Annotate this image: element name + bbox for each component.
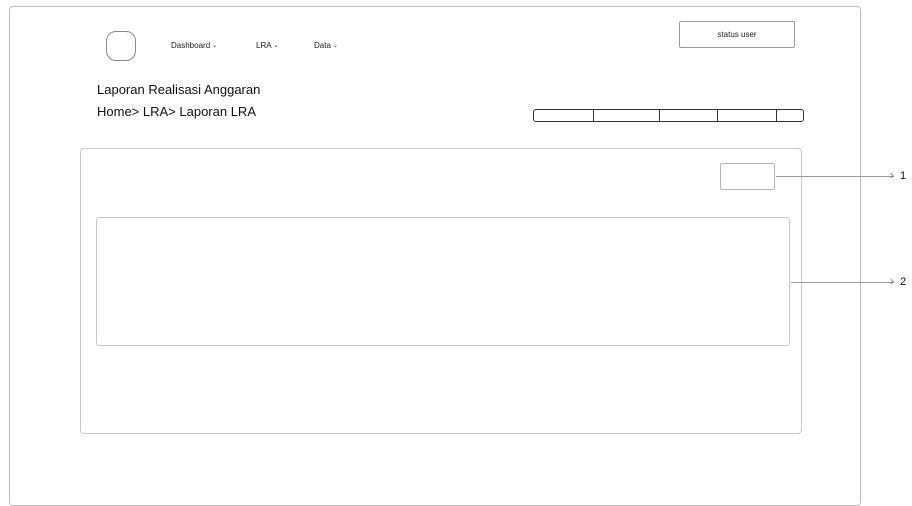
callout-number-2: 2 — [900, 276, 907, 288]
nav-lra-label: LRA — [256, 41, 272, 50]
nav-lra[interactable]: LRA ⌄ — [256, 41, 279, 50]
chevron-down-icon: ⌄ — [212, 42, 218, 49]
segment-1[interactable] — [534, 110, 594, 121]
chevron-down-icon: ⌄ — [332, 42, 338, 49]
nav-dashboard-label: Dashboard — [171, 41, 211, 50]
callout-number-1: 1 — [900, 170, 907, 182]
segment-4[interactable] — [718, 110, 777, 121]
segmented-control — [533, 109, 804, 122]
arrow-right-icon: › — [890, 168, 894, 182]
panel-action-button[interactable] — [720, 163, 775, 190]
chevron-down-icon: ⌄ — [273, 42, 279, 49]
nav-dashboard[interactable]: Dashboard ⌄ — [171, 41, 217, 50]
segment-3[interactable] — [660, 110, 718, 121]
arrow-right-icon: › — [890, 274, 894, 288]
status-user-button[interactable]: status user — [679, 21, 795, 48]
nav-data-label: Data — [314, 41, 331, 50]
breadcrumb: Home> LRA> Laporan LRA — [97, 104, 256, 119]
callout-line-2 — [791, 282, 894, 283]
callout-line-1 — [776, 176, 894, 177]
segment-5[interactable] — [777, 110, 803, 121]
nav-data[interactable]: Data ⌄ — [314, 41, 338, 50]
logo[interactable] — [106, 31, 136, 61]
page-title: Laporan Realisasi Anggaran — [97, 82, 261, 97]
segment-2[interactable] — [594, 110, 660, 121]
report-content-area — [96, 217, 790, 346]
